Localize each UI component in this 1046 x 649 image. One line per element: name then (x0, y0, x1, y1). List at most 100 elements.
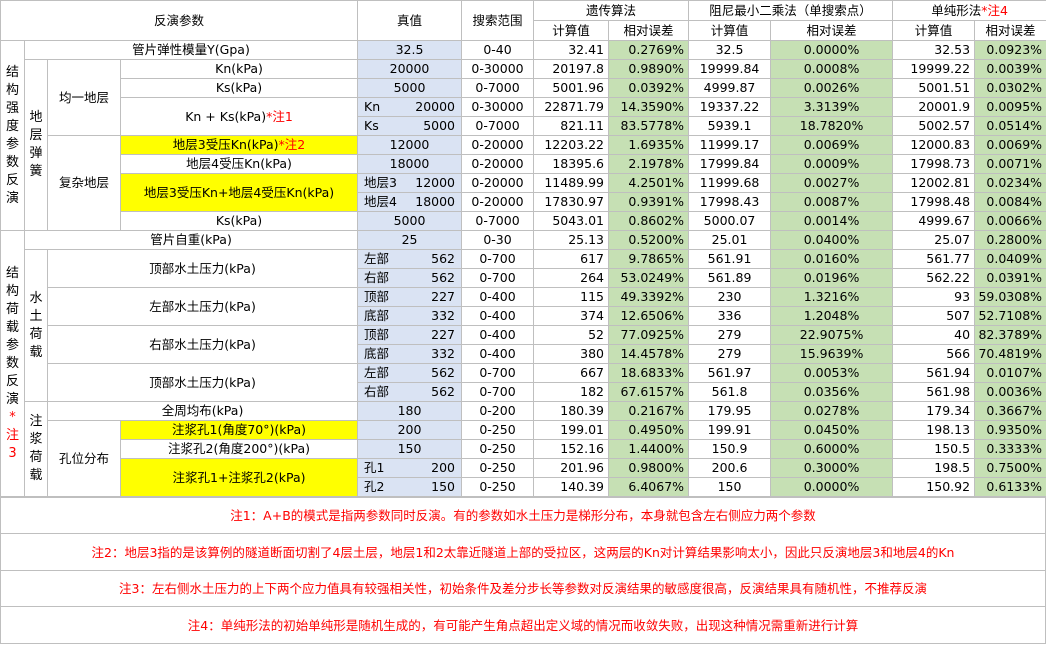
sp-calc: 12000.83 (892, 135, 976, 155)
group-spring: 地层弹簧 (24, 59, 48, 231)
ls-calc: 4999.87 (688, 78, 772, 98)
ga-error: 4.2501% (608, 173, 690, 193)
header-ls-calc: 计算值 (688, 20, 772, 41)
ga-error: 83.5778% (608, 116, 690, 136)
search-range: 0-7000 (461, 78, 535, 98)
ga-error: 2.1978% (608, 154, 690, 174)
param-name: 右部水土压力(kPa) (46, 325, 359, 364)
param-name: 管片自重(kPa) (23, 230, 359, 250)
group-complex: 复杂地层 (47, 135, 121, 231)
header-ga-err: 相对误差 (608, 20, 690, 41)
ls-error: 0.0196% (770, 268, 894, 288)
ls-error: 0.0160% (770, 249, 894, 269)
sp-error: 0.0039% (974, 59, 1046, 79)
ls-error: 3.3139% (770, 97, 894, 117)
true-value: 32.5 (357, 40, 463, 60)
ls-error: 0.0400% (770, 230, 894, 250)
sp-calc: 179.34 (892, 401, 976, 421)
ga-error: 77.0925% (608, 325, 690, 345)
param-name: 地层3受压Kn+地层4受压Kn(kPa) (119, 173, 359, 212)
search-range: 0-7000 (461, 211, 535, 231)
param-name: 管片弹性模量Y(Gpa) (23, 40, 359, 60)
ga-error: 0.2167% (608, 401, 690, 421)
ls-calc: 5000.07 (688, 211, 772, 231)
search-range: 0-250 (461, 439, 535, 459)
ga-error: 1.6935% (608, 135, 690, 155)
table-row: 地层4受压Kn(kPa) 18000 0-20000 18395.6 2.1978% 17… (1, 154, 1046, 174)
true-value: 20000 (357, 59, 463, 79)
header-ls-err: 相对误差 (770, 20, 894, 41)
sp-calc: 507 (892, 306, 976, 326)
sp-calc: 198.5 (892, 458, 976, 478)
table-row: Kn + Ks(kPa)*注1 Kn 20000 0-30000 22871.79 14.… (1, 97, 1046, 136)
ls-calc: 230 (688, 287, 772, 307)
ga-calc: 201.96 (533, 458, 610, 478)
ls-calc: 179.95 (688, 401, 772, 421)
table-row: Ks(kPa) 5000 0-7000 5001.96 0.0392% 4999.87 0.… (1, 78, 1046, 98)
search-range: 0-20000 (461, 173, 535, 193)
header-sp-err: 相对误差 (974, 20, 1046, 41)
true-value: 25 (357, 230, 463, 250)
ga-error: 49.3392% (608, 287, 690, 307)
notes-table: 注1：A+B的模式是指两参数同时反演。有的参数如水土压力是梯形分布，本身就包含左… (0, 497, 1046, 644)
header-range: 搜索范围 (461, 0, 535, 41)
search-range: 0-7000 (461, 116, 535, 136)
search-range: 0-700 (461, 268, 535, 288)
ga-error: 0.9890% (608, 59, 690, 79)
ls-calc: 25.01 (688, 230, 772, 250)
search-range: 0-400 (461, 306, 535, 326)
group-soil: 水土荷载 (24, 249, 48, 402)
sp-error: 0.2800% (974, 230, 1046, 250)
sp-calc: 17998.73 (892, 154, 976, 174)
search-range: 0-700 (461, 249, 535, 269)
group-grout: 注浆荷载 (24, 401, 48, 497)
sp-error: 0.0514% (974, 116, 1046, 136)
search-range: 0-700 (461, 363, 535, 383)
table-row: 顶部水土压力(kPa) 左部 562 0-700 667 18.6833% 561.97 0.… (1, 363, 1046, 402)
ls-calc: 200.6 (688, 458, 772, 478)
ls-calc: 17998.43 (688, 192, 772, 212)
ls-error: 0.0027% (770, 173, 894, 193)
ls-error: 0.0000% (770, 477, 894, 497)
param-name: 注浆孔1(角度70°)(kPa) (119, 420, 359, 440)
true-value: Kn 20000 (357, 97, 463, 117)
ga-error: 0.9391% (608, 192, 690, 212)
ga-calc: 380 (533, 344, 610, 364)
ls-calc: 561.91 (688, 249, 772, 269)
sp-calc: 40 (892, 325, 976, 345)
ls-calc: 19999.84 (688, 59, 772, 79)
sp-calc: 566 (892, 344, 976, 364)
true-value: 180 (357, 401, 463, 421)
sp-error: 0.0234% (974, 173, 1046, 193)
ga-calc: 115 (533, 287, 610, 307)
ls-error: 0.0053% (770, 363, 894, 383)
ga-error: 18.6833% (608, 363, 690, 383)
sp-error: 0.0084% (974, 192, 1046, 212)
ls-error: 0.0000% (770, 40, 894, 60)
ls-calc: 17999.84 (688, 154, 772, 174)
ga-calc: 264 (533, 268, 610, 288)
sp-calc: 5001.51 (892, 78, 976, 98)
ga-calc: 20197.8 (533, 59, 610, 79)
sp-calc: 150.5 (892, 439, 976, 459)
sp-error: 0.3667% (974, 401, 1046, 421)
true-value: 底部 332 (357, 306, 463, 326)
ga-calc: 25.13 (533, 230, 610, 250)
ga-calc: 12203.22 (533, 135, 610, 155)
ls-error: 0.0008% (770, 59, 894, 79)
header-sp: 单纯形法*注4 (892, 0, 1046, 21)
table-row: 右部水土压力(kPa) 顶部 227 0-400 52 77.0925% 279 22.907… (1, 325, 1046, 364)
sp-calc: 25.07 (892, 230, 976, 250)
true-value: 5000 (357, 211, 463, 231)
param-name: 左部水土压力(kPa) (46, 287, 359, 326)
ga-error: 0.2769% (608, 40, 690, 60)
param-name: Ks(kPa) (119, 211, 359, 231)
ls-calc: 279 (688, 344, 772, 364)
search-range: 0-250 (461, 420, 535, 440)
search-range: 0-30000 (461, 59, 535, 79)
ls-calc: 561.97 (688, 363, 772, 383)
param-name: Ks(kPa) (119, 78, 359, 98)
sp-calc: 17998.48 (892, 192, 976, 212)
search-range: 0-20000 (461, 192, 535, 212)
search-range: 0-20000 (461, 135, 535, 155)
